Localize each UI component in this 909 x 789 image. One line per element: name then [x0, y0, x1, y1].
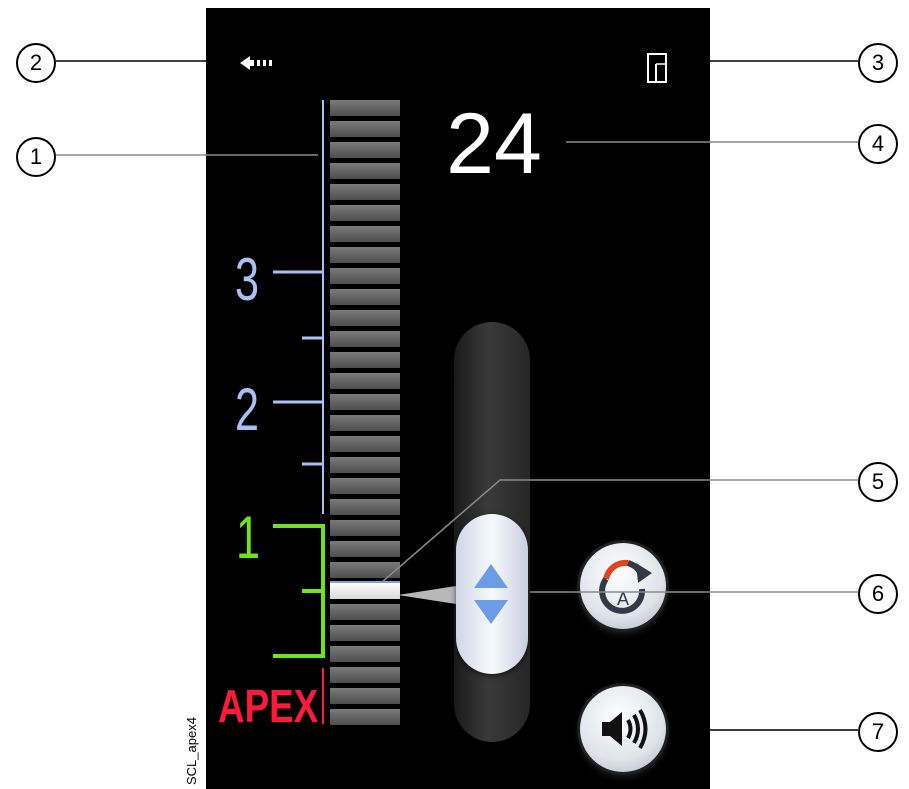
scale-segment — [330, 373, 400, 389]
scale-label-1: 1 — [236, 504, 261, 571]
scale-segment — [330, 289, 400, 305]
stepper-down-icon[interactable] — [474, 600, 508, 624]
callout-5: 5 — [858, 462, 898, 502]
scale-segment — [330, 436, 400, 452]
scale-segment — [330, 226, 400, 242]
scale-segment — [330, 604, 400, 620]
scale-segment — [330, 268, 400, 284]
scale-label-2: 2 — [235, 376, 260, 443]
scale-segment — [330, 667, 400, 683]
scale-segment — [330, 247, 400, 263]
file-position-bar — [330, 100, 400, 728]
callout-4: 4 — [858, 124, 898, 164]
scale-segment — [330, 352, 400, 368]
scale-segment — [330, 121, 400, 137]
scale-segment — [330, 478, 400, 494]
scale-segment — [330, 457, 400, 473]
stepper-up-icon[interactable] — [474, 564, 508, 588]
auto-reverse-icon: A — [599, 559, 652, 614]
figure-caption: SCL_apex4 — [184, 717, 199, 785]
scale-segment — [330, 163, 400, 179]
callout-6: 6 — [858, 574, 898, 614]
scale-segment — [330, 184, 400, 200]
scale-segment — [330, 562, 400, 578]
scale-segment — [330, 310, 400, 326]
callout-2: 2 — [16, 43, 56, 83]
scale-segment — [330, 688, 400, 704]
callout-7: 7 — [858, 712, 898, 752]
scale-segment — [330, 100, 400, 116]
scale-segment — [330, 394, 400, 410]
sound-button[interactable] — [580, 686, 666, 772]
callout-1: 1 — [16, 137, 56, 177]
scale-segment — [330, 415, 400, 431]
scale-label-3: 3 — [235, 246, 260, 313]
active-segment — [330, 583, 400, 599]
scale-segment — [330, 499, 400, 515]
scale-segment — [330, 709, 400, 725]
threshold-pointer — [398, 586, 456, 604]
scale-segment — [330, 331, 400, 347]
speaker-icon — [602, 708, 648, 750]
apex-label: APEX — [218, 680, 319, 732]
callout-3: 3 — [858, 43, 898, 83]
threshold-stepper[interactable] — [456, 514, 528, 674]
scale-segment — [330, 625, 400, 641]
scale-segment — [330, 520, 400, 536]
scale-segment — [330, 541, 400, 557]
scale-segment — [330, 205, 400, 221]
device-screen: 24 3 2 1 APEX A — [206, 8, 710, 789]
auto-reverse-button[interactable]: A — [580, 543, 666, 629]
scale-segment — [330, 646, 400, 662]
scale-segment — [330, 142, 400, 158]
auto-reverse-letter: A — [617, 589, 629, 609]
